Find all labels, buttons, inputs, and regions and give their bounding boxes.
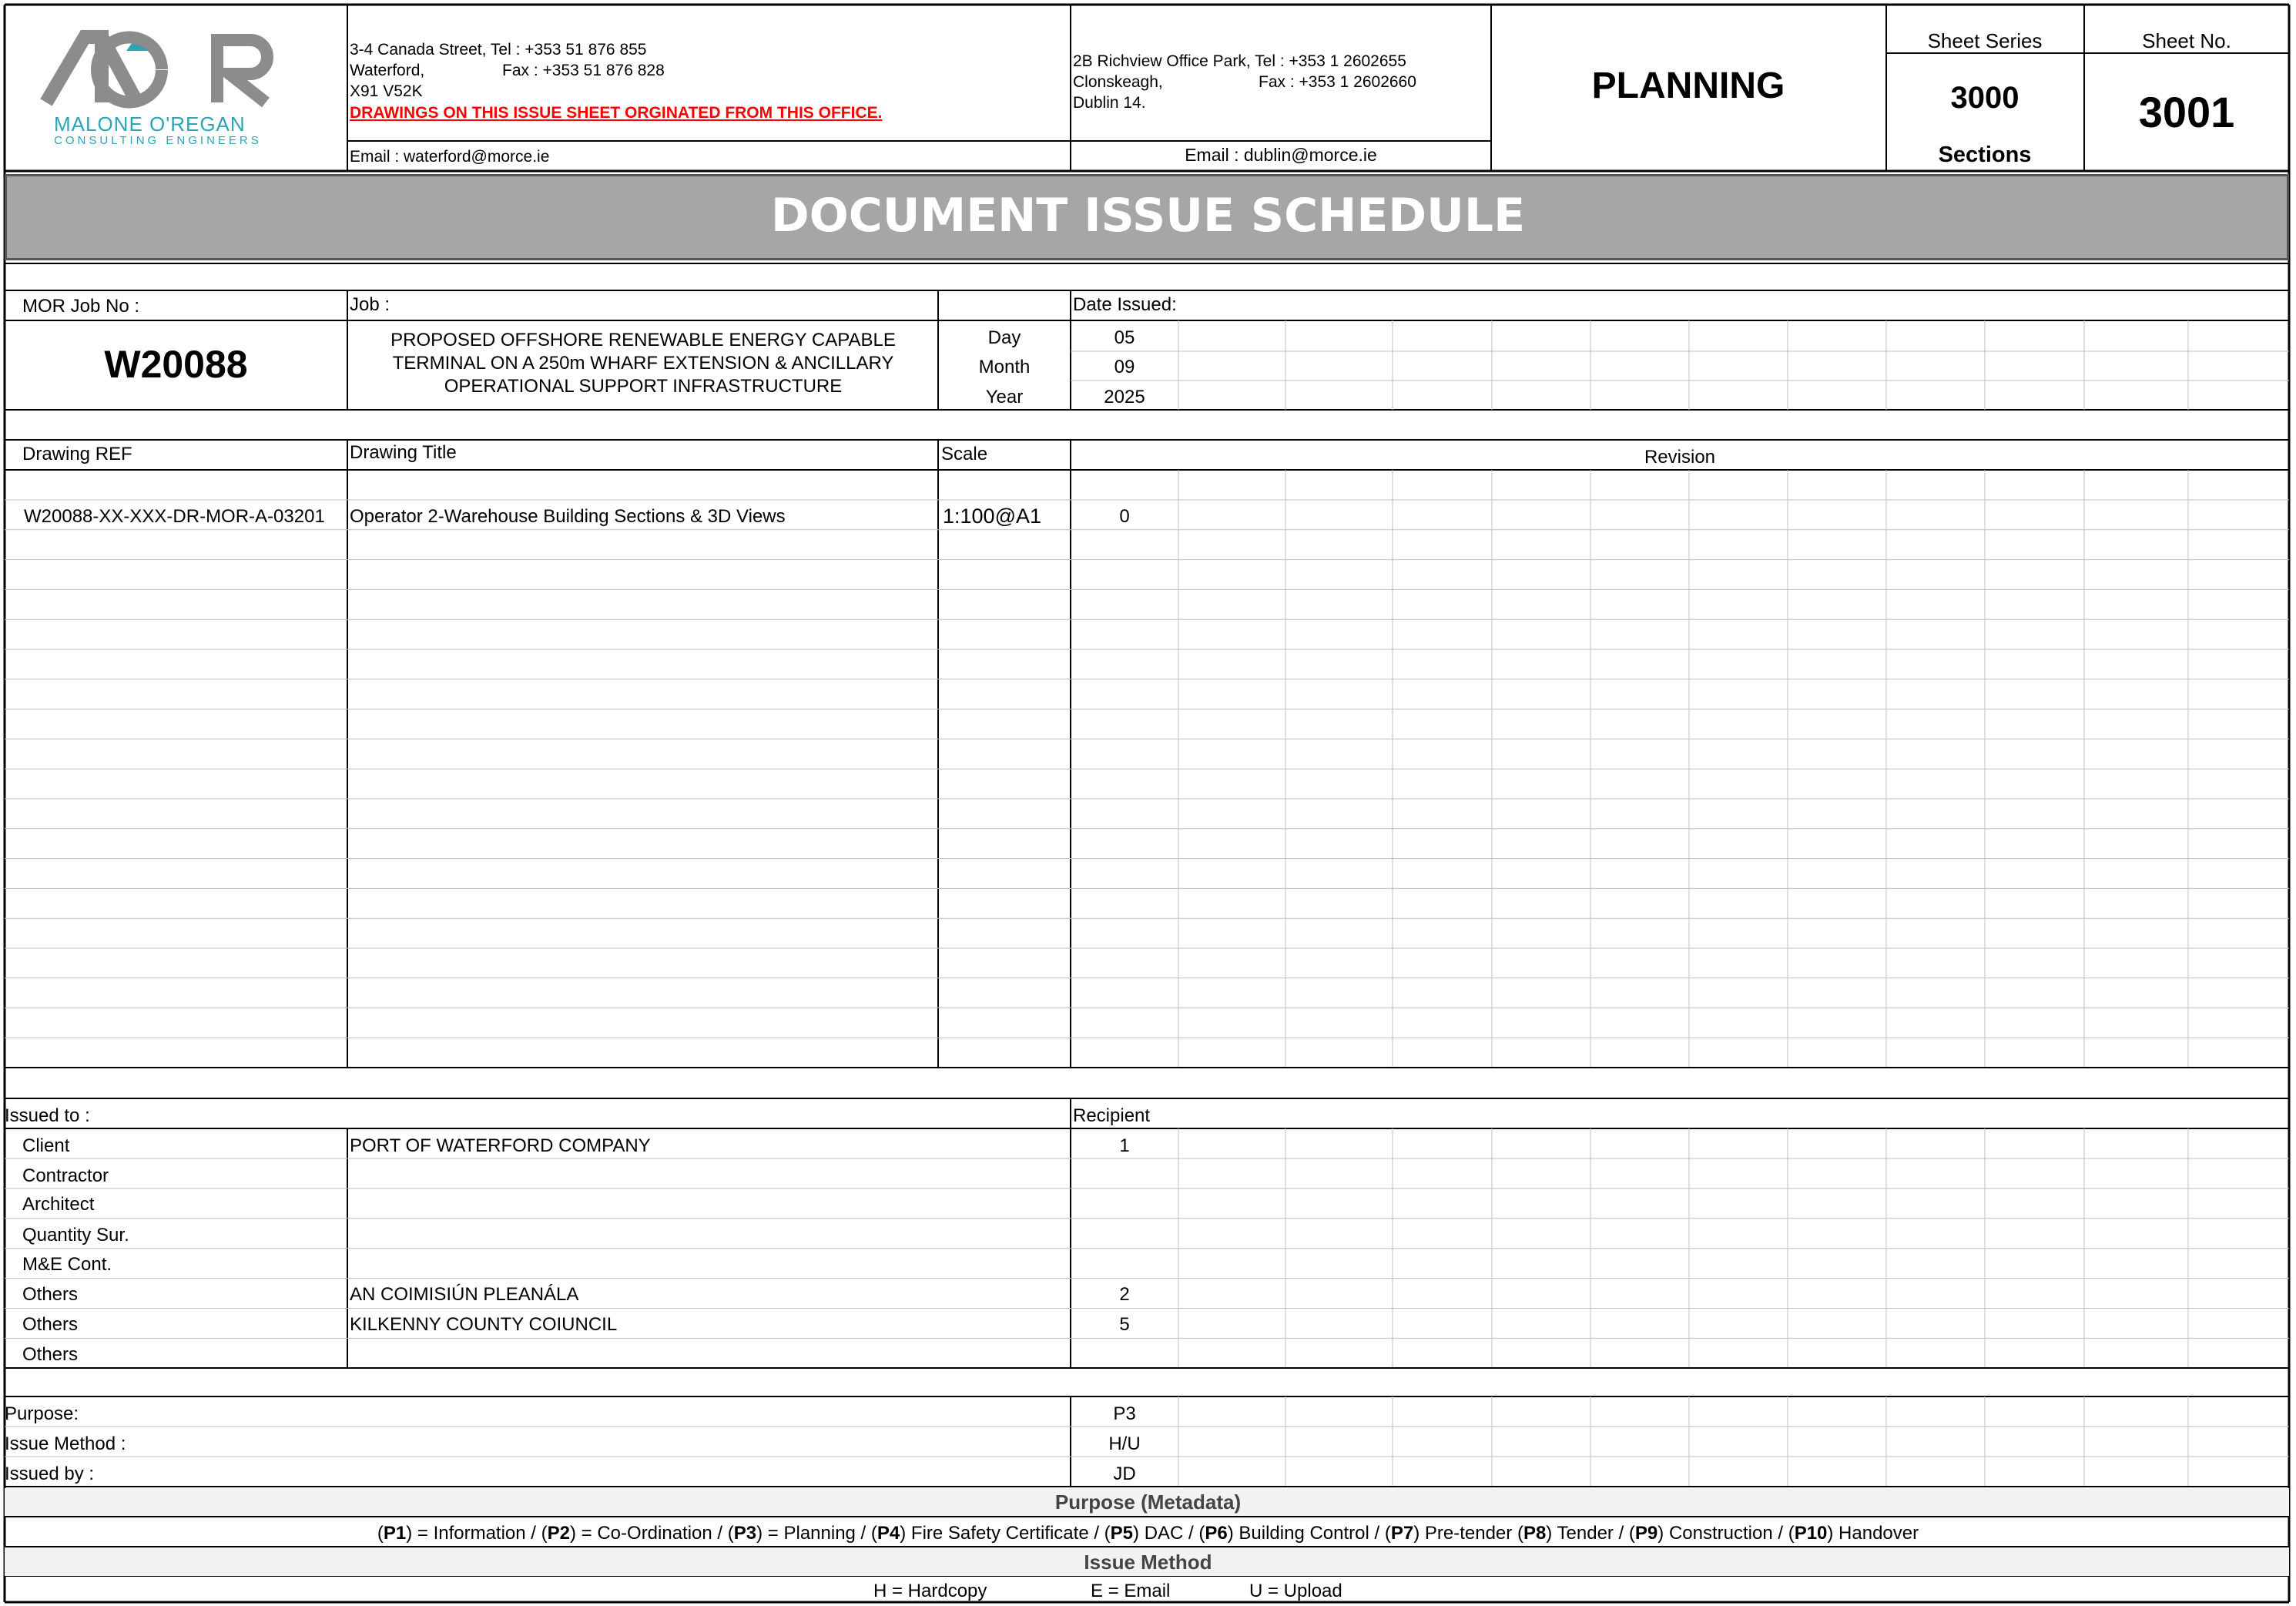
banner-title: DOCUMENT ISSUE SCHEDULE [770,189,1526,243]
drawing-title: Operator 2-Warehouse Building Sections &… [350,506,786,527]
waterford-fax: Fax : +353 51 876 828 [502,62,665,79]
year-value: 2025 [1104,387,1145,407]
recipient-name: PORT OF WATERFORD COMPANY [350,1135,651,1156]
stage-title: PLANNING [1591,65,1785,106]
purpose-code-meaning: Tender / [1552,1523,1629,1544]
purpose-code: P10 [1794,1523,1828,1544]
day-label: Day [987,327,1021,348]
drawing-scale: 1:100@A1 [943,505,1041,528]
purpose-code-meaning: DAC / [1139,1523,1199,1544]
issued-to-label: Issued to : [5,1105,90,1126]
drawing-ref-header: Drawing REF [22,444,132,464]
logo-company-subtitle: CONSULTING ENGINEERS [54,134,262,147]
job-label: Job : [350,294,390,315]
purpose-code: P2 [547,1523,570,1544]
drawing-title-header: Drawing Title [350,442,457,463]
revision-header: Revision [1644,447,1716,468]
method-email: E = Email [1091,1581,1171,1601]
job-no-label: MOR Job No : [22,296,140,317]
waterford-email: Email : waterford@morce.ie [350,148,550,166]
purpose-code-meaning: = Co-Ordination / [576,1523,728,1544]
drawing-ref: W20088-XX-XXX-DR-MOR-A-03201 [24,506,325,527]
origin-office-notice: DRAWINGS ON THIS ISSUE SHEET ORGINATED F… [350,104,883,122]
sheet-series-label: Sheet Series [1927,29,2043,52]
recipient-role: Others [22,1344,79,1365]
purpose-code-meaning: = Planning / [763,1523,871,1544]
sheet-series-number: 3000 [1950,81,2019,115]
job-number: W20088 [104,343,248,386]
issue-method-label: Issue Method : [5,1433,126,1454]
purpose-code-meaning: Pre-tender [1419,1523,1517,1544]
recipient-header: Recipient [1073,1105,1151,1126]
date-issued-label: Date Issued: [1073,294,1177,315]
method-upload: U = Upload [1249,1581,1342,1601]
recipient-role: Contractor [22,1165,109,1186]
recipient-role: Others [22,1314,79,1335]
sheet-series-name: Sections [1938,142,2032,167]
purpose-code-meaning: Handover [1833,1523,1919,1544]
scale-header: Scale [941,444,988,464]
method-hardcopy: H = Hardcopy [873,1581,987,1601]
recipient-name: AN COIMISIÚN PLEANÁLA [350,1284,579,1305]
dublin-address-line1: 2B Richview Office Park, Tel : +353 1 26… [1073,52,1406,70]
recipient-copies: 2 [1119,1284,1130,1305]
purpose-code: P6 [1205,1523,1228,1544]
recipient-role: Client [22,1135,70,1156]
purpose-legend-text: (P1) = Information / (P2) = Co-Ordinatio… [377,1523,1919,1544]
purpose-code: P7 [1390,1523,1414,1544]
dublin-fax: Fax : +353 1 2602660 [1259,73,1416,91]
waterford-address-line2: Waterford, [350,62,425,79]
job-description-line1: PROPOSED OFFSHORE RENEWABLE ENERGY CAPAB… [390,330,896,350]
sheet-no-label: Sheet No. [2142,29,2231,52]
issue-method-value: H/U [1108,1433,1141,1454]
month-value: 09 [1114,357,1135,377]
purpose-legend-title: Purpose (Metadata) [1054,1490,1242,1514]
month-label: Month [978,357,1031,377]
recipient-role: Architect [22,1194,95,1215]
recipient-role: M&E Cont. [22,1254,112,1275]
purpose-code: P5 [1110,1523,1134,1544]
method-legend-title: Issue Method [1084,1551,1212,1574]
sheet-no-number: 3001 [2138,88,2235,136]
dublin-address-line2: Clonskeagh, [1073,73,1163,91]
purpose-value: P3 [1113,1403,1136,1424]
year-label: Year [985,387,1024,407]
purpose-code: P8 [1523,1523,1547,1544]
purpose-code-meaning: Construction / [1664,1523,1788,1544]
purpose-code-meaning: Fire Safety Certificate / [906,1523,1104,1544]
company-logo: MALONE O'REGAN CONSULTING ENGINEERS [31,23,293,150]
purpose-code: P3 [733,1523,757,1544]
waterford-address-line1: 3-4 Canada Street, Tel : +353 51 876 855 [350,41,647,59]
dublin-email: Email : dublin@morce.ie [1185,145,1377,165]
day-value: 05 [1114,327,1135,348]
purpose-label: Purpose: [5,1403,79,1424]
issue-schedule-sheet: DOCUMENT ISSUE SCHEDULE MALONE O'REGAN C… [0,0,2296,1606]
recipient-copies: 5 [1119,1314,1130,1335]
logo-company-name: MALONE O'REGAN [54,112,246,136]
purpose-code: P1 [383,1523,407,1544]
purpose-code-meaning: Building Control / [1233,1523,1385,1544]
purpose-code: P4 [877,1523,900,1544]
recipient-role: Others [22,1284,79,1305]
dublin-address-line3: Dublin 14. [1073,94,1146,112]
job-description-line2: TERMINAL ON A 250m WHARF EXTENSION & ANC… [392,353,894,374]
purpose-code: P9 [1634,1523,1658,1544]
issued-by-label: Issued by : [5,1464,95,1484]
recipient-copies: 1 [1119,1135,1130,1156]
recipient-role: Quantity Sur. [22,1225,129,1246]
issued-by-value: JD [1113,1464,1136,1484]
waterford-address-line3: X91 V52K [350,82,423,100]
job-description-line3: OPERATIONAL SUPPORT INFRASTRUCTURE [444,376,843,397]
recipient-name: KILKENNY COUNTY COIUNCIL [350,1314,618,1335]
purpose-code-meaning: = Information / [412,1523,541,1544]
drawing-revision: 0 [1119,506,1130,527]
